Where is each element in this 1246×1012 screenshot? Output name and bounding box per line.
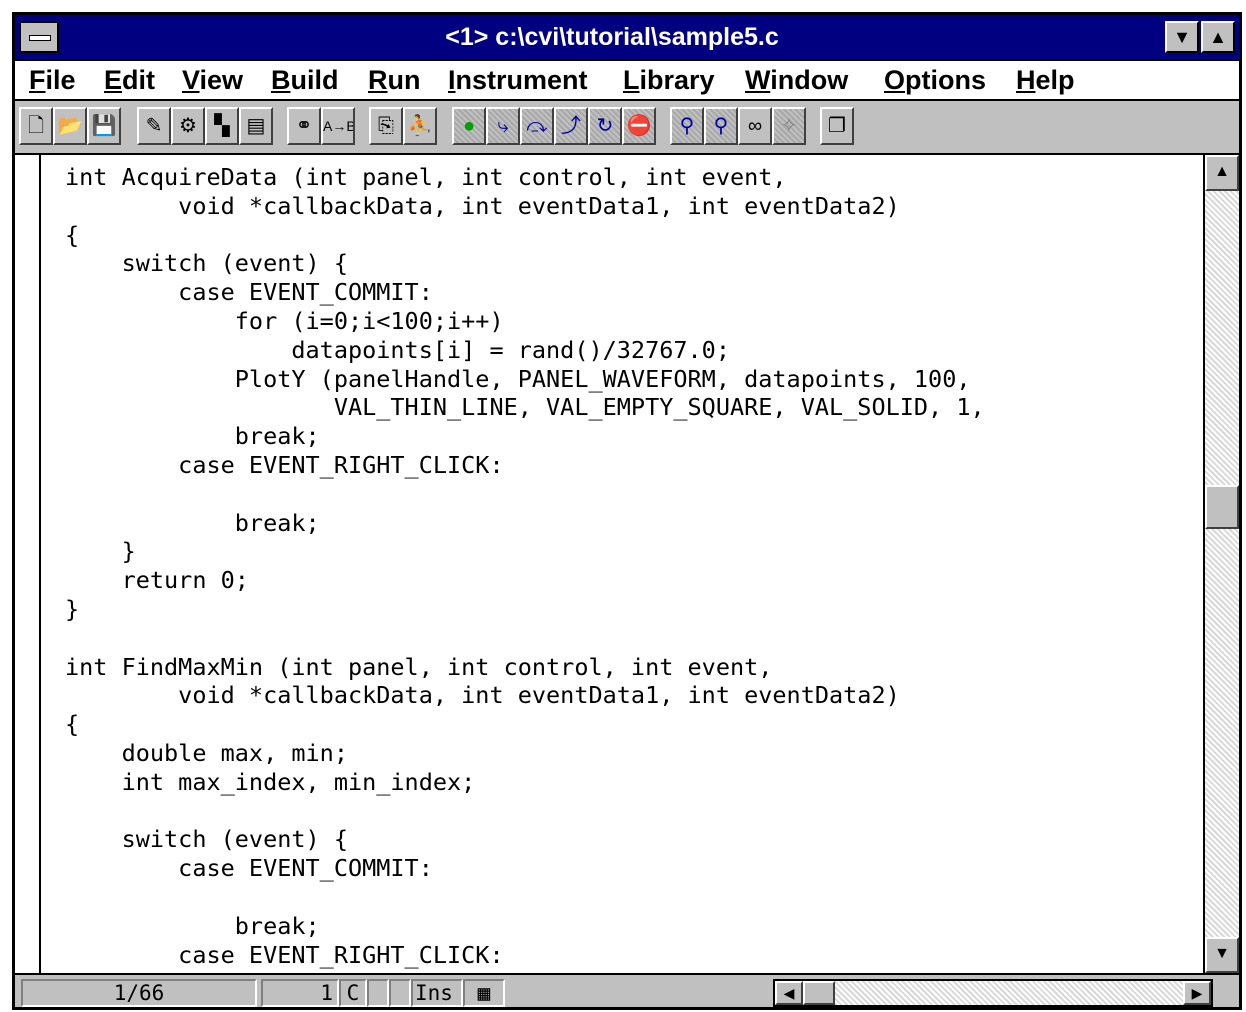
code-line[interactable]: PlotY (panelHandle, PANEL_WAVEFORM, data…	[65, 365, 985, 394]
view-variables-icon[interactable]: ∞	[738, 107, 772, 145]
code-line[interactable]: {	[65, 221, 985, 250]
save-disk-icon[interactable]: 💾	[87, 107, 121, 145]
scroll-up-arrow-icon[interactable]: ▲	[1205, 155, 1239, 191]
window-title: <1> c:\cvi\tutorial\sample5.c	[445, 23, 779, 51]
code-line[interactable]: return 0;	[65, 566, 985, 595]
code-line[interactable]	[65, 797, 985, 826]
toolbar: 🗋 📂 💾 ✎ ⚙ ▚ ▤ ⚭ A→B ⎘ ⛹ ● ⤷ ⤼ ⤴ ↻ ⛔ ⚲ ⚲ …	[15, 101, 1239, 155]
watch-icon[interactable]: ⚲	[704, 107, 738, 145]
function-panel-icon[interactable]: ⚙	[171, 107, 205, 145]
editor-window: <1> c:\cvi\tutorial\sample5.c ▼ ▲ File E…	[12, 12, 1242, 1010]
scroll-thumb[interactable]	[1205, 485, 1239, 529]
insert-mode-indicator[interactable]: Ins	[411, 979, 463, 1007]
code-line[interactable]: void *callbackData, int eventData1, int …	[65, 192, 985, 221]
code-line[interactable]: case EVENT_COMMIT:	[65, 854, 985, 883]
menu-build[interactable]: Build	[271, 65, 339, 96]
code-line[interactable]: }	[65, 537, 985, 566]
menu-window[interactable]: Window	[745, 65, 848, 96]
code-line[interactable]: int max_index, min_index;	[65, 768, 985, 797]
code-line[interactable]: for (i=0;i<100;i++)	[65, 307, 985, 336]
code-line[interactable]: double max, min;	[65, 739, 985, 768]
menu-run[interactable]: Run	[368, 65, 421, 96]
keyboard-icon: ▦	[463, 979, 505, 1007]
edit-panel-icon[interactable]: ✎	[137, 107, 171, 145]
code-line[interactable]: case EVENT_RIGHT_CLICK:	[65, 451, 985, 480]
step-into-icon[interactable]: ⤷	[486, 107, 520, 145]
code-line[interactable]: case EVENT_RIGHT_CLICK:	[65, 941, 985, 970]
vertical-scrollbar[interactable]: ▲ ▼	[1203, 155, 1239, 973]
go-icon[interactable]: ●	[452, 107, 486, 145]
code-line[interactable]	[65, 883, 985, 912]
menu-bar: File Edit View Build Run Instrument Libr…	[15, 61, 1239, 101]
code-line[interactable]: switch (event) {	[65, 249, 985, 278]
step-over-icon[interactable]: ⤼	[520, 107, 554, 145]
menu-instrument[interactable]: Instrument	[448, 65, 588, 96]
source-code[interactable]: int AcquireData (int panel, int control,…	[65, 163, 985, 969]
system-menu-icon[interactable]	[19, 21, 59, 53]
trace-icon[interactable]: ✧	[772, 107, 806, 145]
uir-icon[interactable]: ▤	[239, 107, 273, 145]
horizontal-scroll-thumb[interactable]	[803, 981, 835, 1005]
menu-library[interactable]: Library	[623, 65, 715, 96]
minimize-button[interactable]: ▼	[1165, 21, 1199, 53]
blank-indicator	[367, 979, 389, 1007]
open-folder-icon[interactable]: 📂	[53, 107, 87, 145]
step-finish-icon[interactable]: ⤴	[554, 107, 588, 145]
horizontal-scrollbar[interactable]: ◀ ▶	[773, 979, 1213, 1007]
maximize-button[interactable]: ▲	[1201, 21, 1235, 53]
stop-icon[interactable]: ⛔	[622, 107, 656, 145]
menu-help[interactable]: Help	[1016, 65, 1075, 96]
code-line[interactable]: int FindMaxMin (int panel, int control, …	[65, 653, 985, 682]
run-icon[interactable]: ⛹	[403, 107, 437, 145]
menu-view[interactable]: View	[182, 65, 243, 96]
line-position-indicator: 1/66	[21, 979, 257, 1007]
code-line[interactable]	[65, 480, 985, 509]
status-bar: 1/66 1 C Ins ▦ ◀ ▶	[15, 973, 1239, 1007]
continue-icon[interactable]: ↻	[588, 107, 622, 145]
code-line[interactable]: }	[65, 595, 985, 624]
scroll-down-arrow-icon[interactable]: ▼	[1205, 937, 1239, 973]
code-line[interactable]: int AcquireData (int panel, int control,…	[65, 163, 985, 192]
code-line[interactable]: case EVENT_COMMIT:	[65, 278, 985, 307]
code-line[interactable]: datapoints[i] = rand()/32767.0;	[65, 336, 985, 365]
source-editor[interactable]: int AcquireData (int panel, int control,…	[15, 155, 1203, 973]
menu-options[interactable]: Options	[884, 65, 986, 96]
windows-cascade-icon[interactable]: ❐	[820, 107, 854, 145]
code-line[interactable]: {	[65, 710, 985, 739]
code-line[interactable]: break;	[65, 422, 985, 451]
c-flag-indicator: C	[339, 979, 367, 1007]
instrument-icon[interactable]: ▚	[205, 107, 239, 145]
code-line[interactable]: break;	[65, 509, 985, 538]
code-line[interactable]: switch (event) {	[65, 825, 985, 854]
menu-file[interactable]: File	[29, 65, 76, 96]
code-line[interactable]: VAL_THIN_LINE, VAL_EMPTY_SQUARE, VAL_SOL…	[65, 393, 985, 422]
blank-indicator-2	[389, 979, 411, 1007]
find-binoculars-icon[interactable]: ⚭	[287, 107, 321, 145]
new-document-icon[interactable]: 🗋	[19, 107, 53, 145]
scroll-left-arrow-icon[interactable]: ◀	[775, 981, 803, 1005]
code-line[interactable]: break;	[65, 912, 985, 941]
title-bar[interactable]: <1> c:\cvi\tutorial\sample5.c ▼ ▲	[15, 15, 1239, 61]
column-indicator: 1	[261, 979, 339, 1007]
menu-edit[interactable]: Edit	[104, 65, 155, 96]
code-line[interactable]: void *callbackData, int eventData1, int …	[65, 681, 985, 710]
editor-gutter	[39, 155, 41, 973]
scroll-right-arrow-icon[interactable]: ▶	[1183, 981, 1211, 1005]
code-line[interactable]	[65, 624, 985, 653]
compile-icon[interactable]: ⎘	[369, 107, 403, 145]
replace-icon[interactable]: A→B	[321, 107, 355, 145]
breakpoint-icon[interactable]: ⚲	[670, 107, 704, 145]
